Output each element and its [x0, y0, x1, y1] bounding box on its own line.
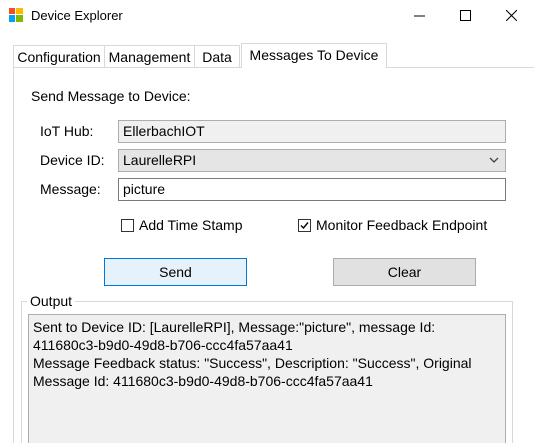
device-id-label: Device ID: [40, 152, 105, 168]
monitor-feedback-checkbox[interactable] [298, 219, 311, 232]
tab-management[interactable]: Management [104, 45, 195, 67]
clear-button[interactable]: Clear [333, 258, 476, 286]
chevron-down-icon [489, 157, 499, 163]
app-icon [9, 8, 23, 22]
iot-hub-field[interactable]: EllerbachIOT [118, 120, 506, 143]
maximize-button[interactable] [442, 0, 488, 31]
device-id-dropdown[interactable]: LaurelleRPI [118, 149, 506, 172]
output-group-label: Output [27, 293, 76, 309]
monitor-feedback-label[interactable]: Monitor Feedback Endpoint [316, 217, 487, 233]
title-bar: Device Explorer [0, 0, 534, 31]
close-icon [505, 10, 517, 21]
device-id-selected: LaurelleRPI [123, 152, 197, 168]
message-label: Message: [40, 181, 101, 197]
checkmark-icon [300, 222, 309, 230]
message-input[interactable]: picture [118, 178, 506, 201]
add-timestamp-label[interactable]: Add Time Stamp [139, 217, 243, 233]
send-button[interactable]: Send [104, 258, 247, 286]
close-button[interactable] [488, 0, 534, 31]
tab-messages-to-device[interactable]: Messages To Device [241, 43, 387, 68]
output-textbox[interactable]: Sent to Device ID: [LaurelleRPI], Messag… [28, 314, 506, 443]
section-heading: Send Message to Device: [31, 88, 191, 104]
add-timestamp-checkbox[interactable] [121, 219, 134, 232]
iot-hub-label: IoT Hub: [40, 123, 94, 139]
tab-data[interactable]: Data [194, 45, 240, 67]
minimize-button[interactable] [396, 0, 442, 31]
tab-configuration[interactable]: Configuration [13, 45, 105, 67]
window-title: Device Explorer [31, 8, 123, 23]
minimize-icon [413, 15, 425, 17]
maximize-icon [459, 10, 471, 21]
